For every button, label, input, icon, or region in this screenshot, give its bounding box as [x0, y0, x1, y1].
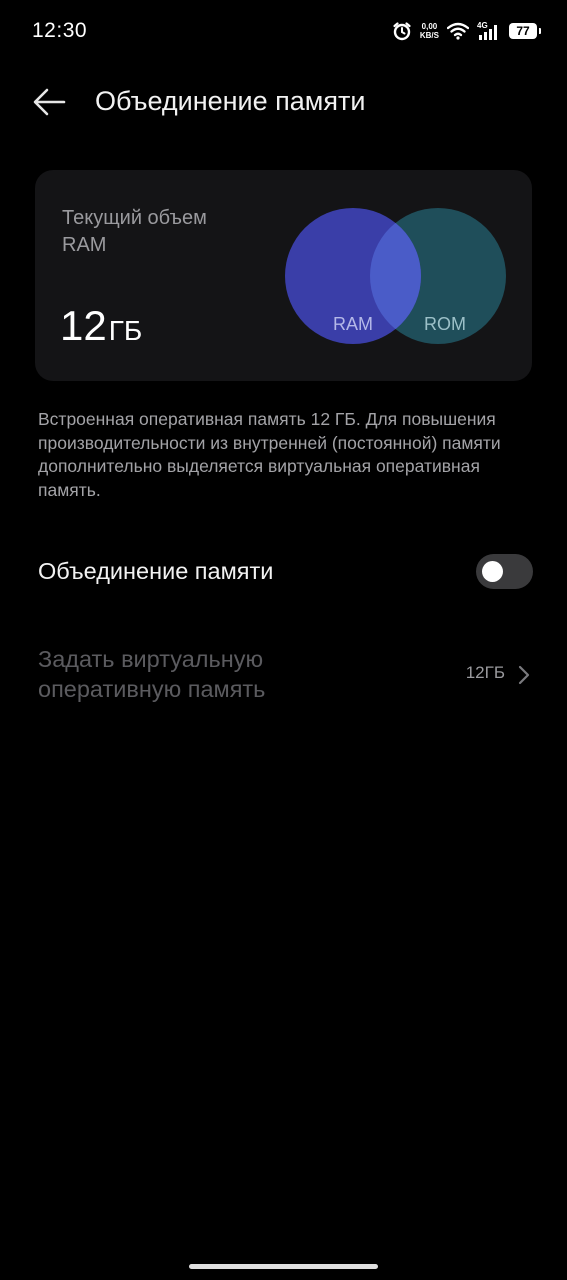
virtual-ram-label: Задать виртуальную оперативную память [38, 646, 266, 702]
chevron-right-icon [518, 665, 530, 685]
alarm-icon [392, 21, 412, 41]
arrow-left-icon [33, 88, 66, 116]
ram-label: Текущий объем RAM [62, 207, 207, 256]
ram-value: 12 ГБ [60, 302, 142, 350]
status-icons: 0,00 KB/S 4G 77 [392, 18, 541, 44]
ram-value-number: 12 [60, 302, 107, 349]
ram-value-unit: ГБ [108, 315, 143, 346]
status-time: 12:30 [32, 19, 88, 42]
net-speed-indicator: 0,00 KB/S [420, 22, 439, 40]
virtual-ram-value: 12ГБ [465, 663, 505, 682]
memory-merge-toggle[interactable] [476, 554, 533, 589]
network-type-label: 4G [477, 21, 488, 30]
virtual-ram-row[interactable]: Задать виртуальную оперативную память 12… [0, 640, 567, 712]
toggle-knob [482, 561, 503, 582]
wifi-icon [447, 22, 469, 40]
signal-icon: 4G [477, 21, 501, 41]
header: Объединение памяти [0, 72, 567, 132]
memory-merge-row[interactable]: Объединение памяти [0, 545, 567, 599]
status-bar: 12:30 0,00 KB/S 4G 77 [0, 0, 567, 62]
venn-rom-label: ROM [424, 314, 466, 334]
home-indicator[interactable] [189, 1264, 378, 1269]
venn-ram-label: RAM [333, 314, 373, 334]
battery-level: 77 [516, 24, 530, 38]
net-speed-value: 0,00 [421, 22, 438, 31]
memory-merge-label: Объединение памяти [38, 558, 274, 584]
ram-rom-venn-diagram: RAM ROM [285, 208, 506, 344]
back-button[interactable] [30, 84, 70, 120]
ram-card: Текущий объем RAM 12 ГБ RAM ROM [35, 170, 532, 381]
battery-icon: 77 [509, 23, 541, 39]
description-text: Встроенная оперативная память 12 ГБ. Для… [38, 409, 501, 500]
page-title: Объединение памяти [95, 86, 366, 116]
net-speed-unit: KB/S [419, 31, 439, 40]
